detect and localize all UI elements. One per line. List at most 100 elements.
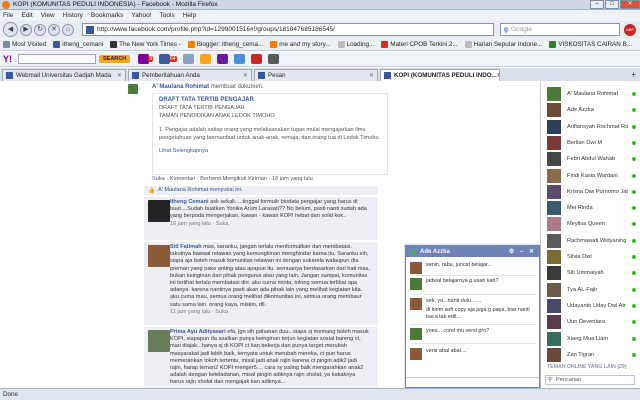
online-status-icon	[632, 140, 636, 145]
see-more-link[interactable]: Lihat Selengkapnya	[159, 148, 381, 156]
home-icon[interactable]: ⌂	[62, 23, 74, 36]
online-friend[interactable]: Krisna Dwi Purnomo Jat	[547, 183, 639, 201]
post-actions[interactable]: Suka · Komentari · Berhenti Mengikuti Ki…	[152, 176, 392, 184]
online-friend[interactable]: Berlian Dwi M	[547, 134, 639, 152]
online-friend[interactable]: Findi Kasia Wardani	[547, 167, 639, 185]
bookmark-favicon-icon	[270, 40, 278, 48]
close-window-button[interactable]: ✕	[620, 0, 640, 9]
bookmark-item[interactable]: Loading...	[337, 40, 374, 48]
tab-favicon-icon	[132, 72, 139, 79]
menu-yahoo[interactable]: Yahoo!	[131, 12, 151, 19]
likes-text: A' Maulana Rohimat menyukai ini.	[158, 187, 243, 193]
menu-bookmarks[interactable]: Bookmarks	[91, 12, 124, 19]
online-friend[interactable]: Tya AL-Fajir	[547, 281, 639, 299]
comment-author[interactable]: Prima Ayu Adityasari	[170, 329, 226, 335]
tab-pemberitahuan[interactable]: Pemberitahuan Anda ✕	[128, 69, 252, 81]
maximize-button[interactable]: □	[605, 0, 619, 9]
avatar[interactable]	[148, 200, 170, 222]
tab-label: KOPI (KOMUNITAS PEDULI INDO...	[394, 72, 497, 79]
chat-contact-name[interactable]: Ade Azzka	[420, 249, 450, 255]
menu-history[interactable]: History	[63, 12, 83, 19]
bookmark-item[interactable]: Materi CPOB Terkini 2...	[381, 40, 458, 48]
tab-pesan[interactable]: Pesan ✕	[254, 69, 378, 81]
weather-icon[interactable]	[199, 54, 211, 64]
reload-icon[interactable]: ↻	[34, 23, 46, 36]
online-friend[interactable]: Febri Abdul Wahab	[547, 150, 639, 168]
url-text: http://www.facebook.com/profile.php?id=1…	[97, 26, 335, 33]
divider	[410, 275, 536, 276]
comment-time[interactable]: 11 jam yang lalu · Suka	[170, 309, 370, 316]
chat-controls[interactable]: ⚙ – ✕	[509, 248, 536, 255]
tab-webmail[interactable]: Webmail Universitas Gadjah Mada ✕	[2, 69, 126, 81]
stop-icon[interactable]: ✕	[48, 23, 60, 36]
avatar[interactable]	[148, 245, 170, 267]
menu-file[interactable]: File	[3, 12, 13, 19]
avatar	[547, 282, 561, 297]
bookmark-item[interactable]: Blogger: itheng_cema...	[187, 40, 263, 48]
minimize-button[interactable]: –	[590, 0, 604, 9]
online-friend[interactable]: A' Maulana Rohimat	[547, 85, 639, 103]
flickr-icon[interactable]	[250, 54, 262, 64]
search-input[interactable]: g Google	[500, 23, 620, 36]
menu-help[interactable]: Help	[183, 12, 196, 19]
online-friend[interactable]: Arifiansyah Rochmat Ro	[547, 118, 639, 136]
tab-kopi[interactable]: KOPI (KOMUNITAS PEDULI INDO...✕	[380, 69, 500, 81]
messenger-icon[interactable]	[182, 54, 194, 64]
online-friend[interactable]: Rachmawati Widyaning	[547, 232, 639, 250]
bookmark-item[interactable]: Harian Seputar Indone...	[464, 40, 542, 48]
comment-author[interactable]: Siti Fatimah	[170, 244, 202, 250]
online-friend[interactable]: Xiang Mua Liam	[547, 330, 639, 348]
online-friend[interactable]: Uun Deventara	[547, 313, 639, 331]
chat-message-text: yoes... corel mu versi pro?	[426, 328, 490, 334]
more-online-friends[interactable]: TEMAN ONLINE YANG LAIN (29)	[547, 364, 627, 370]
comment-author[interactable]: Itheng Cemani	[170, 199, 209, 205]
bookmark-item[interactable]: The New York Times -	[110, 40, 181, 48]
menu-view[interactable]: View	[41, 12, 55, 19]
online-friend[interactable]: Mei Rinda	[547, 199, 639, 217]
comment: Itheng Cemani ask sekali.....tinggal for…	[144, 197, 378, 241]
menu-edit[interactable]: Edit	[21, 12, 32, 19]
online-status-icon	[632, 222, 636, 227]
bookmark-item[interactable]: me and my story...	[270, 40, 331, 48]
close-tab-icon[interactable]: ✕	[369, 72, 374, 79]
bookmark-item[interactable]: itheng_cemani	[53, 40, 103, 48]
news-icon[interactable]	[233, 54, 245, 64]
doc-title[interactable]: DRAFT TATA TERTIB PENGAJAR	[159, 97, 381, 103]
close-tab-icon[interactable]: ✕	[497, 72, 499, 79]
online-friend[interactable]: Silvia Dwi	[547, 248, 639, 266]
post-author[interactable]: A' Maulana Rohimat	[152, 84, 209, 90]
forward-icon[interactable]: ▶	[20, 23, 32, 36]
friend-name: Berlian Dwi M	[567, 139, 603, 146]
comment-time[interactable]: 16 jam yang lalu · Suka	[170, 221, 370, 228]
adblock-icon[interactable]: ABP	[624, 23, 636, 36]
bookmark-item[interactable]: Most Visited	[3, 40, 46, 48]
chat-header[interactable]: Ade Azzka ⚙ – ✕	[406, 246, 539, 257]
close-tab-icon[interactable]: ✕	[117, 72, 122, 79]
close-tab-icon[interactable]: ✕	[243, 72, 248, 79]
yahoo-search-input[interactable]	[18, 54, 96, 64]
friend-search-input[interactable]: ⚲ Pencarian	[545, 375, 635, 385]
online-friend[interactable]: Ade Azzka	[547, 101, 639, 119]
avatar[interactable]	[148, 330, 170, 352]
settings-icon[interactable]	[267, 54, 279, 64]
url-bar[interactable]: http://www.facebook.com/profile.php?id=1…	[82, 23, 494, 36]
avatar[interactable]	[128, 84, 138, 94]
yahoo-search-button[interactable]: SEARCH	[99, 55, 131, 63]
games-icon[interactable]	[216, 54, 228, 64]
back-icon[interactable]: ◀	[3, 22, 18, 37]
avatar	[410, 328, 422, 340]
online-friend[interactable]: Meylisa Queen	[547, 215, 639, 233]
online-friend[interactable]: Zan Tigran	[547, 346, 639, 364]
bookmark-item[interactable]: VISKOSITAS CAIRAN B...	[549, 40, 632, 48]
menu-tools[interactable]: Tools	[160, 12, 175, 19]
avatar	[410, 262, 422, 274]
document-preview[interactable]: DRAFT TATA TERTIB PENGAJAR DRAFT TATA TE…	[152, 93, 388, 175]
tab-favicon-icon	[384, 72, 391, 79]
chat-message-input[interactable]	[406, 377, 539, 387]
search-placeholder: Google	[510, 26, 532, 33]
new-tab-icon[interactable]: +	[631, 70, 636, 79]
yahoo-logo[interactable]: Y!	[3, 54, 12, 64]
online-friend[interactable]: Siti Ummaiyah	[547, 264, 639, 282]
avatar	[547, 87, 561, 101]
online-friend[interactable]: Udayanto Uday Dwi Atr	[547, 297, 639, 315]
